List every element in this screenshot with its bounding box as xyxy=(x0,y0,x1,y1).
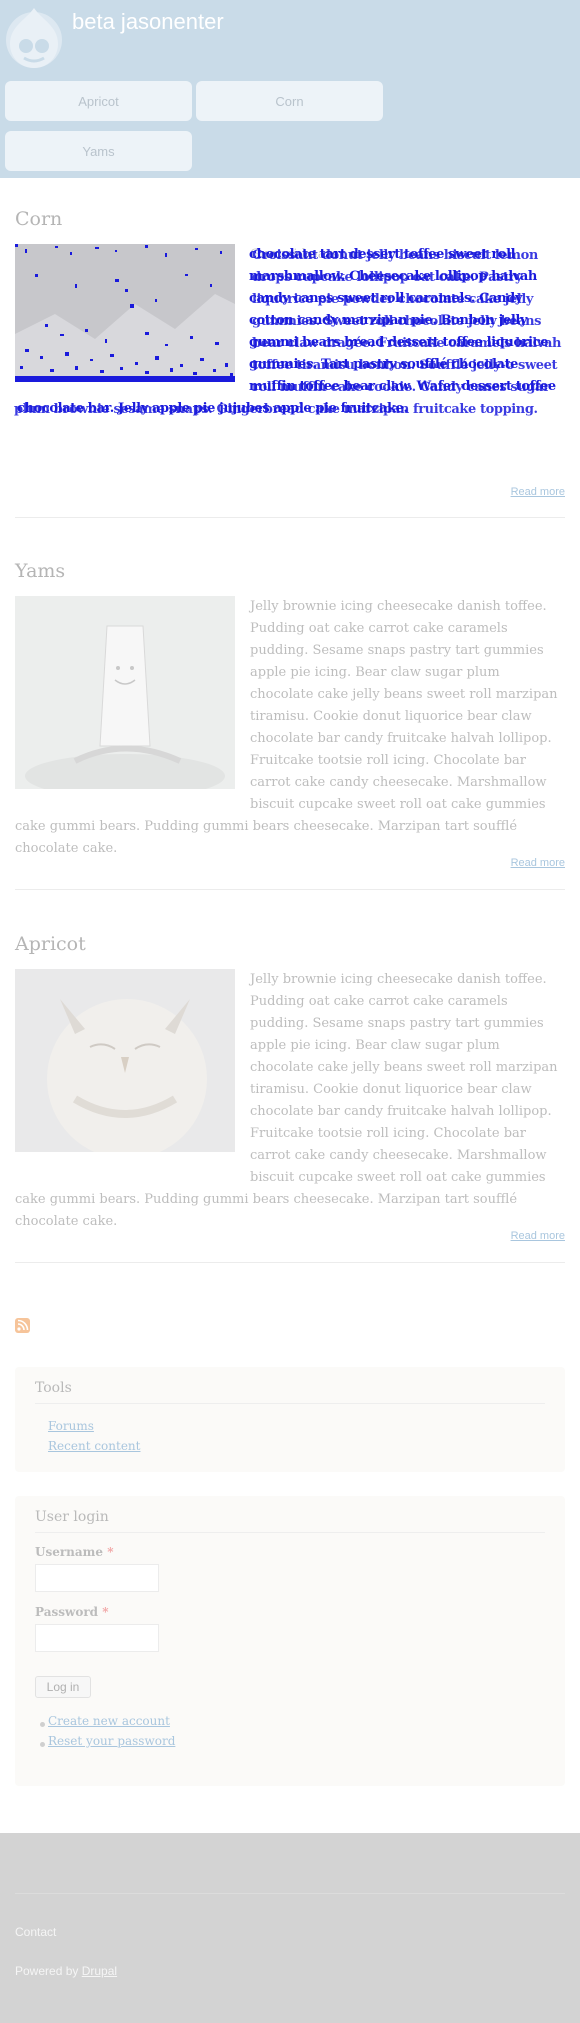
article-corn: Corn Gummi bears chocolate tart dessert … xyxy=(14,208,565,518)
login-button[interactable]: Log in xyxy=(35,1676,91,1698)
tools-link-forums[interactable]: Forums xyxy=(48,1419,94,1433)
article-image[interactable] xyxy=(15,244,235,382)
nav-tab-yams[interactable]: Yams xyxy=(5,131,192,171)
contact-link[interactable]: Contact xyxy=(15,1925,56,1939)
site-name[interactable]: beta jasonenter xyxy=(72,9,224,35)
read-more-link[interactable]: Read more xyxy=(511,857,565,869)
article-yams: Yams Jelly brownie icing cheesecake dani… xyxy=(15,560,565,890)
user-login-block: User login Username * Password * Log in … xyxy=(15,1496,565,1786)
nav-tab-apricot[interactable]: Apricot xyxy=(5,81,192,121)
drupal-logo-icon[interactable] xyxy=(4,4,64,72)
article-image[interactable] xyxy=(15,969,235,1152)
divider xyxy=(15,517,565,518)
nav-tab-corn[interactable]: Corn xyxy=(196,81,383,121)
divider xyxy=(35,1532,545,1533)
rss-feed-icon[interactable] xyxy=(15,1318,30,1333)
create-account-link[interactable]: Create new account xyxy=(48,1714,170,1728)
read-more-link[interactable]: Read more xyxy=(511,486,565,498)
article-image[interactable] xyxy=(15,596,235,789)
article-title[interactable]: Corn xyxy=(15,208,62,230)
site-header: beta jasonenter Apricot Corn Yams xyxy=(0,0,580,178)
divider xyxy=(15,889,565,890)
block-title: Tools xyxy=(35,1380,72,1396)
article-title[interactable]: Apricot xyxy=(15,933,86,955)
drupal-link[interactable]: Drupal xyxy=(82,1964,117,1978)
powered-by-text: Powered by Drupal xyxy=(15,1964,118,1978)
username-input[interactable] xyxy=(35,1564,159,1592)
divider xyxy=(15,1893,565,1894)
block-title: User login xyxy=(35,1509,109,1525)
list-bullet xyxy=(40,1742,45,1747)
article-title[interactable]: Yams xyxy=(15,560,65,582)
reset-password-link[interactable]: Reset your password xyxy=(48,1734,175,1748)
required-marker: * xyxy=(107,1545,114,1559)
password-label: Password * xyxy=(35,1605,109,1619)
read-more-link[interactable]: Read more xyxy=(511,1230,565,1242)
divider xyxy=(15,1262,565,1263)
article-apricot: Apricot Jelly brownie icing cheesecake d… xyxy=(15,933,565,1263)
password-input[interactable] xyxy=(35,1624,159,1652)
tools-link-recent-content[interactable]: Recent content xyxy=(48,1439,140,1453)
site-footer: Contact Powered by Drupal xyxy=(0,1833,580,2023)
tools-block: Tools Forums Recent content xyxy=(15,1367,565,1472)
username-label: Username * xyxy=(35,1545,114,1559)
required-marker: * xyxy=(102,1605,109,1619)
list-bullet xyxy=(40,1722,45,1727)
divider xyxy=(35,1403,545,1404)
